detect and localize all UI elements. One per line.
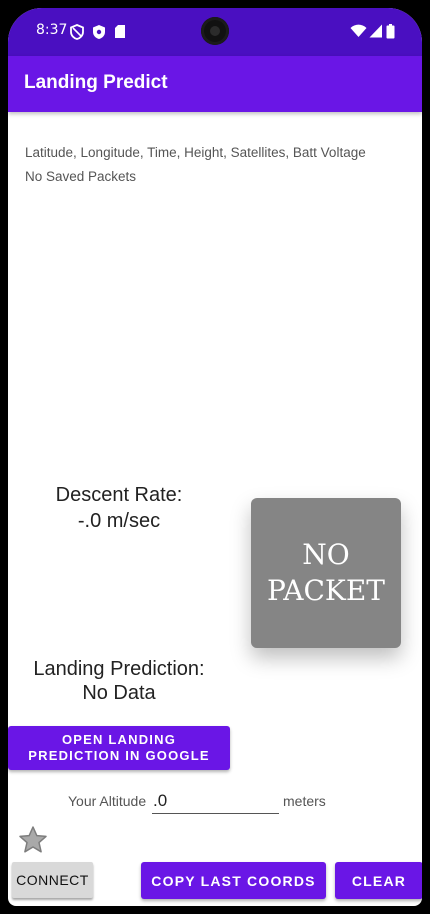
saved-packets-text: No Saved Packets [25,169,137,184]
packet-status-line1: NO [302,538,350,571]
landing-prediction-value: No Data [82,682,156,704]
app-title: Landing Predict [24,72,168,93]
app-bar: Landing Predict [8,56,422,112]
landing-prediction: Landing Prediction: No Data [20,657,218,705]
altitude-unit-label: meters [283,793,326,809]
screen: 8:37 Landing Predict Latitude, Longitude… [8,8,422,906]
altitude-input[interactable] [152,789,279,814]
status-bar: 8:37 [8,8,422,56]
open-button-line2: PREDICTION IN GOOGLE [28,748,210,763]
packet-status-box: NO PACKET [251,498,401,648]
star-icon[interactable] [18,825,48,855]
front-camera [201,17,229,45]
status-time: 8:37 [36,22,68,38]
sd-card-icon [115,25,125,38]
packet-status-text: NO PACKET [251,537,401,609]
packet-header-text: Latitude, Longitude, Time, Height, Satel… [25,145,366,160]
phone-frame: 8:37 Landing Predict Latitude, Longitude… [0,0,430,914]
descent-rate: Descent Rate: -.0 m/sec [28,482,210,534]
copy-last-coords-button[interactable]: COPY LAST COORDS [141,862,326,899]
clear-button[interactable]: CLEAR [335,862,422,899]
packet-status-line2: PACKET [267,574,385,607]
cell-signal-icon [369,24,382,38]
descent-rate-label: Descent Rate: [55,484,183,506]
open-in-google-button[interactable]: OPEN LANDING PREDICTION IN GOOGLE [8,726,230,770]
descent-rate-value: -.0 m/sec [77,510,161,532]
shield-icon [93,25,105,39]
shield-outline-icon [70,24,84,40]
altitude-label: Your Altitude [68,793,147,809]
open-button-line1: OPEN LANDING [61,732,177,747]
landing-prediction-label: Landing Prediction: [33,658,205,680]
wifi-icon [350,24,367,37]
connect-button[interactable]: CONNECT [12,862,93,898]
battery-icon [386,24,395,39]
